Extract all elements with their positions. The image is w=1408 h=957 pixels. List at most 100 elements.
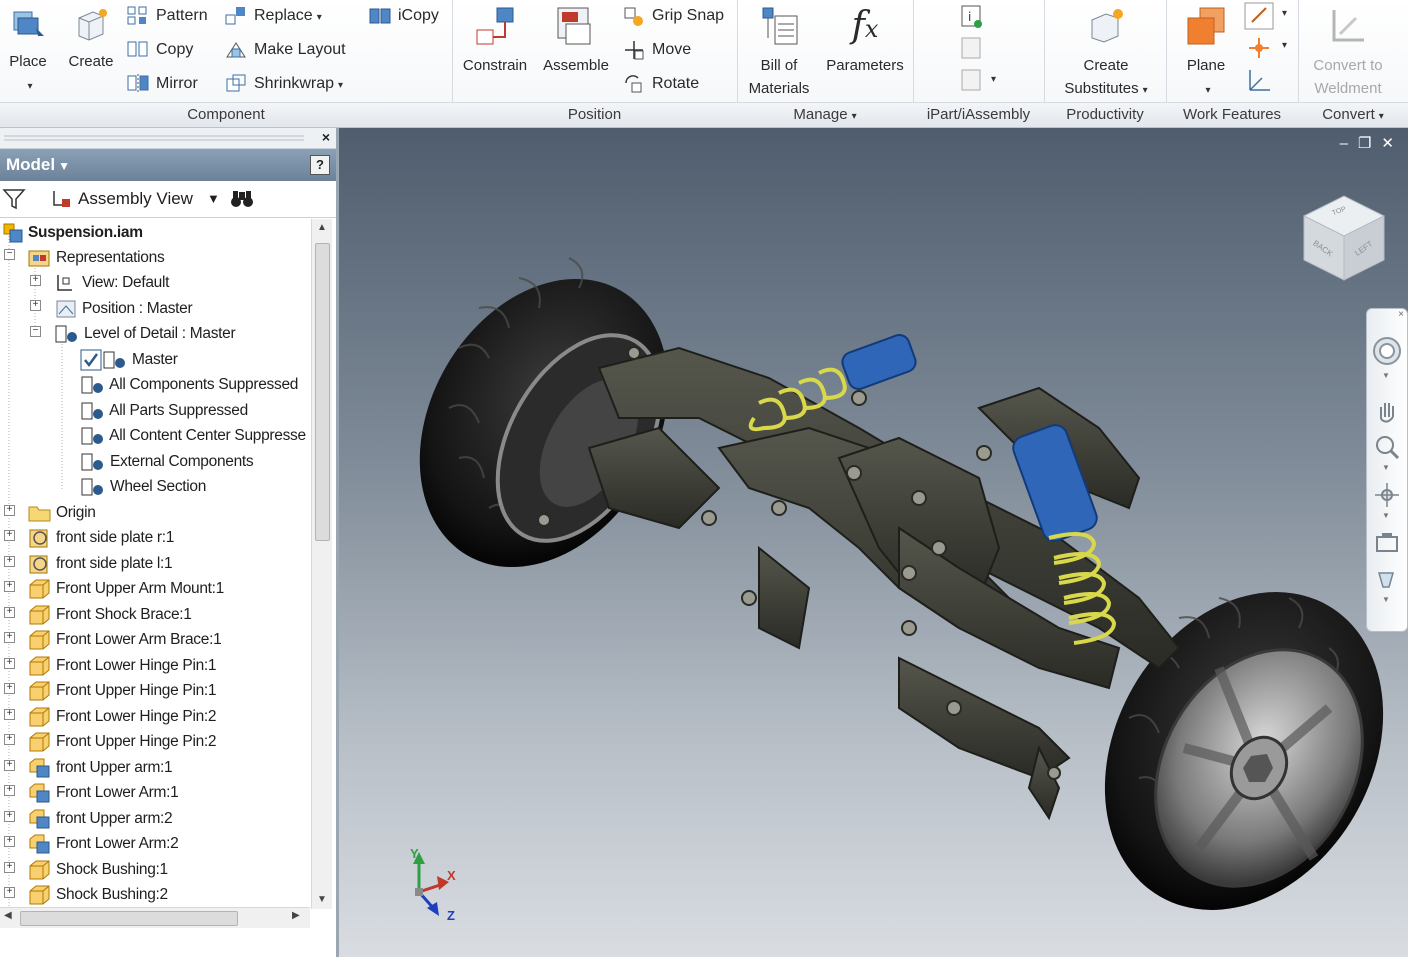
tree-item-lod-master[interactable]: Master (80, 347, 178, 372)
parameters-button[interactable]: fx Parameters (821, 4, 909, 77)
tree-item-lod[interactable]: All Parts Suppressed (80, 398, 248, 423)
tree-item-component[interactable]: Front Lower Arm:2 (28, 831, 179, 856)
scroll-thumb[interactable] (315, 243, 330, 541)
tree-item-component[interactable]: Shock Bushing:2 (28, 882, 168, 907)
steering-wheel-icon[interactable] (1371, 335, 1403, 367)
browser-title-dropdown-icon[interactable]: ▼ (58, 159, 70, 173)
scroll-down-icon[interactable]: ▼ (312, 891, 332, 909)
convert-panel-label[interactable]: Convert ▾ (1298, 102, 1408, 127)
expand-toggle-icon[interactable]: + (4, 556, 15, 567)
appearance-dropdown-icon[interactable]: ▼ (1382, 595, 1390, 604)
expand-toggle-icon[interactable]: + (4, 530, 15, 541)
tree-vertical-scrollbar[interactable]: ▲ ▼ (311, 219, 332, 909)
work-point-button[interactable]: ▾ (1244, 34, 1292, 62)
work-axis-button[interactable]: ▾ (1244, 2, 1292, 30)
place-dropdown-icon[interactable]: ▾ (27, 81, 32, 92)
expand-toggle-icon[interactable]: + (4, 862, 15, 873)
scroll-right-icon[interactable]: ▶ (292, 910, 300, 921)
suspension-frame[interactable] (587, 346, 1181, 821)
shrinkwrap-dropdown-icon[interactable]: ▾ (338, 80, 343, 91)
shrinkwrap-button[interactable]: Shrinkwrap ▾ (224, 70, 343, 98)
expand-toggle-icon[interactable]: + (4, 734, 15, 745)
left-shock-body[interactable] (840, 332, 919, 392)
convert-to-weldment-button[interactable]: Convert to Weldment (1300, 4, 1396, 100)
expand-toggle-icon[interactable]: + (4, 607, 15, 618)
tree-item-component[interactable]: Front Upper Arm Mount:1 (28, 576, 224, 601)
work-axis-dropdown-icon[interactable]: ▾ (1282, 8, 1287, 19)
collapse-toggle-icon[interactable]: − (30, 326, 41, 337)
expand-toggle-icon[interactable]: + (30, 275, 41, 286)
tree-item-component[interactable]: Front Lower Hinge Pin:1 (28, 653, 217, 678)
ipart-generate-button[interactable]: ▾ (957, 68, 1001, 96)
constrain-button[interactable]: Constrain (458, 4, 532, 77)
tree-item-component[interactable]: Front Lower Arm Brace:1 (28, 627, 222, 652)
ucs-button[interactable] (1244, 66, 1278, 96)
scroll-left-icon[interactable]: ◀ (4, 910, 12, 921)
view-mode-dropdown-icon[interactable]: ▼ (207, 181, 220, 217)
suspension-model[interactable] (339, 128, 1408, 957)
steering-wheel-dropdown-icon[interactable]: ▼ (1382, 371, 1390, 380)
browser-grip-bar[interactable]: × (0, 128, 336, 149)
zoom-dropdown-icon[interactable]: ▼ (1382, 463, 1390, 472)
navbar-close-icon[interactable]: × (1398, 309, 1404, 320)
pattern-button[interactable]: Pattern (126, 2, 208, 30)
tree-item-component[interactable]: Front Upper Hinge Pin:1 (28, 678, 217, 703)
expand-toggle-icon[interactable]: + (4, 836, 15, 847)
tree-item-component[interactable]: front side plate l:1 (28, 551, 173, 576)
ipart-dropdown-icon[interactable]: ▾ (991, 74, 996, 85)
expand-toggle-icon[interactable]: + (4, 505, 15, 516)
expand-toggle-icon[interactable]: + (4, 658, 15, 669)
help-icon[interactable]: ? (310, 155, 330, 175)
tree-item-component[interactable]: Front Lower Hinge Pin:2 (28, 704, 217, 729)
look-at-icon[interactable] (1373, 529, 1401, 557)
mirror-button[interactable]: Mirror (126, 70, 198, 98)
tree-item-component[interactable]: front Upper arm:2 (28, 806, 173, 831)
icopy-button[interactable]: iCopy (368, 2, 439, 30)
scroll-thumb[interactable] (20, 911, 238, 926)
tree-item-component[interactable]: front side plate r:1 (28, 525, 174, 550)
collapse-toggle-icon[interactable]: − (4, 249, 15, 260)
left-wheel[interactable] (370, 234, 719, 612)
binoculars-icon[interactable] (229, 188, 255, 210)
tree-item-component[interactable]: Front Upper Hinge Pin:2 (28, 729, 217, 754)
expand-toggle-icon[interactable]: + (4, 683, 15, 694)
tree-item-component[interactable]: Front Shock Brace:1 (28, 602, 192, 627)
expand-toggle-icon[interactable]: + (4, 632, 15, 643)
expand-toggle-icon[interactable]: + (4, 581, 15, 592)
expand-toggle-icon[interactable]: + (4, 785, 15, 796)
replace-dropdown-icon[interactable]: ▾ (317, 12, 322, 23)
move-button[interactable]: Move (622, 36, 691, 64)
tree-item-lod[interactable]: External Components (80, 449, 254, 474)
create-substitutes-button[interactable]: Create Substitutes ▾ (1054, 4, 1158, 102)
tree-item-representations[interactable]: Representations (28, 245, 165, 270)
place-button[interactable]: Place ▾ (2, 4, 54, 98)
expand-toggle-icon[interactable]: + (4, 811, 15, 822)
appearance-icon[interactable] (1373, 565, 1401, 593)
grip-snap-button[interactable]: Grip Snap (622, 2, 724, 30)
graphics-viewport[interactable]: –❐✕ TOP BACK LEFT × ▼ ▼ ▼ ▼ Y X Z (339, 128, 1408, 957)
make-layout-button[interactable]: Make Layout (224, 36, 346, 64)
filter-icon[interactable] (2, 187, 26, 211)
tree-item-component[interactable]: Front Lower Arm:1 (28, 780, 179, 805)
manage-dropdown-icon[interactable]: ▾ (852, 111, 857, 122)
work-point-dropdown-icon[interactable]: ▾ (1282, 40, 1287, 51)
orbit-dropdown-icon[interactable]: ▼ (1382, 511, 1390, 520)
tree-item-component[interactable]: front Upper arm:1 (28, 755, 173, 780)
expand-toggle-icon[interactable]: + (30, 300, 41, 311)
ipart-create-button[interactable]: i (957, 4, 987, 32)
copy-button[interactable]: Copy (126, 36, 193, 64)
tree-item-lod[interactable]: Wheel Section (80, 474, 206, 499)
tree-item-lod[interactable]: All Content Center Suppresse (80, 423, 306, 448)
create-button[interactable]: Create (62, 4, 120, 73)
replace-button[interactable]: Replace ▾ (224, 2, 322, 30)
tree-item-position-master[interactable]: Position : Master (54, 296, 193, 321)
browser-title-bar[interactable]: Model ▼ ? (0, 149, 336, 181)
tree-item-level-of-detail[interactable]: Level of Detail : Master (54, 321, 236, 346)
viewcube[interactable]: TOP BACK LEFT (1294, 188, 1394, 288)
tree-item-lod[interactable]: All Components Suppressed (80, 372, 298, 397)
plane-dropdown-icon[interactable]: ▾ (1205, 85, 1210, 96)
tree-root-assembly[interactable]: Suspension.iam (2, 220, 143, 245)
tree-item-component[interactable]: Shock Bushing:1 (28, 857, 168, 882)
tree-item-origin[interactable]: Origin (28, 500, 96, 525)
create-substitutes-dropdown-icon[interactable]: ▾ (1143, 85, 1148, 96)
